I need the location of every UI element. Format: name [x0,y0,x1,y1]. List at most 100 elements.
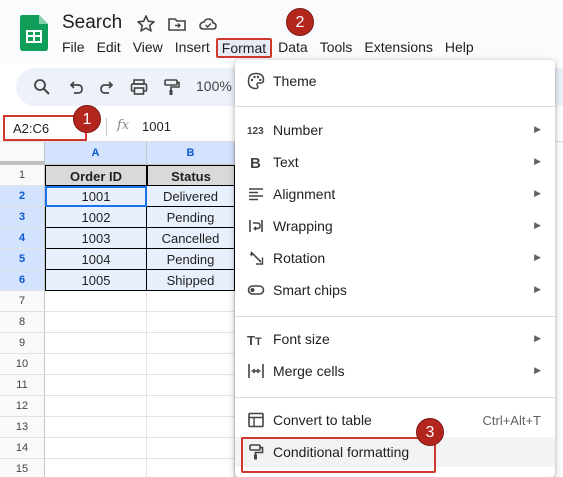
menu-data[interactable]: Data [272,38,314,58]
row-header-2[interactable]: 2 [0,186,45,207]
menu-file[interactable]: File [56,38,91,58]
row-header-10[interactable]: 10 [0,354,45,375]
data-cell[interactable]: 1003 [45,228,147,249]
svg-text:B: B [250,155,261,171]
row-header-6[interactable]: 6 [0,270,45,291]
format-menu-convert-to-table[interactable]: Convert to table Ctrl+Alt+T [235,405,555,435]
menu-extensions[interactable]: Extensions [358,38,438,58]
row-header-1[interactable]: 1 [0,165,45,186]
format-menu-wrapping[interactable]: Wrapping ▶ [235,211,555,241]
empty-cell[interactable] [45,417,147,438]
number-123-icon: 123 [247,126,264,137]
row-header-5[interactable]: 5 [0,249,45,270]
format-menu-text[interactable]: B Text ▶ [235,147,555,177]
empty-cell[interactable] [147,459,235,477]
empty-cell[interactable] [45,375,147,396]
row-header-8[interactable]: 8 [0,312,45,333]
undo-icon[interactable] [66,77,86,97]
menu-edit[interactable]: Edit [91,38,127,58]
menu-tools[interactable]: Tools [314,38,359,58]
menu-insert[interactable]: Insert [169,38,216,58]
row-header-4[interactable]: 4 [0,228,45,249]
rotation-icon [249,251,264,265]
empty-cell[interactable] [147,291,235,312]
format-menu-rotation[interactable]: Rotation ▶ [235,243,555,273]
document-title[interactable]: Search [62,12,122,34]
data-cell[interactable]: Pending [147,249,235,270]
empty-cell[interactable] [147,438,235,459]
print-icon[interactable] [129,77,149,97]
search-icon[interactable] [32,77,52,97]
data-cell[interactable]: 1004 [45,249,147,270]
conditional-formatting-highlight [241,437,436,473]
column-header-a[interactable]: A [45,142,147,165]
submenu-arrow-icon: ▶ [534,124,541,134]
empty-cell[interactable] [45,312,147,333]
cloud-saved-icon[interactable] [198,14,218,34]
align-left-icon [249,188,263,201]
empty-cell[interactable] [45,396,147,417]
empty-cell[interactable] [147,312,235,333]
empty-cell[interactable] [45,333,147,354]
header-cell[interactable]: Status [147,165,235,186]
submenu-arrow-icon: ▶ [534,365,541,375]
menu-format[interactable]: Format [215,38,273,58]
empty-cell[interactable] [147,375,235,396]
menu-divider [235,106,555,107]
format-menu-label: Rotation [273,250,326,266]
empty-cell[interactable] [147,417,235,438]
menu-bar: File Edit View Insert Format Data Tools … [56,38,480,58]
row-header-15[interactable]: 15 [0,459,45,477]
format-menu-label: Smart chips [273,282,347,298]
table-icon [248,412,264,428]
empty-cell[interactable] [147,396,235,417]
step-badge-1: 1 [73,105,101,133]
empty-cell[interactable] [45,459,147,477]
data-cell[interactable]: 1002 [45,207,147,228]
row-header-12[interactable]: 12 [0,396,45,417]
redo-icon[interactable] [97,77,117,97]
step-badge-3: 3 [416,418,444,446]
empty-cell[interactable] [45,291,147,312]
zoom-select[interactable]: 100% [196,78,232,94]
header-cell[interactable]: Order ID [45,165,147,186]
format-menu-alignment[interactable]: Alignment ▶ [235,179,555,209]
format-menu-theme[interactable]: Theme [235,66,555,96]
fx-icon: fx [117,118,130,133]
format-menu-font-size[interactable]: T T Font size ▶ [235,324,555,354]
data-cell[interactable]: Shipped [147,270,235,291]
row-header-7[interactable]: 7 [0,291,45,312]
submenu-arrow-icon: ▶ [534,156,541,166]
empty-cell[interactable] [45,354,147,375]
format-menu-label: Number [273,122,323,138]
data-cell[interactable]: Cancelled [147,228,235,249]
format-menu-number[interactable]: 123 Number ▶ [235,115,555,145]
formula-input[interactable]: 1001 [142,119,171,134]
select-all-corner[interactable] [0,142,45,165]
svg-text:T: T [255,336,262,348]
data-cell[interactable]: 1005 [45,270,147,291]
paint-format-icon[interactable] [161,77,181,97]
data-cell[interactable]: 1001 [45,186,147,207]
row-header-3[interactable]: 3 [0,207,45,228]
sheets-logo-icon[interactable] [20,15,48,51]
menu-view[interactable]: View [127,38,169,58]
row-header-9[interactable]: 9 [0,333,45,354]
row-header-14[interactable]: 14 [0,438,45,459]
menu-help[interactable]: Help [439,38,480,58]
row-header-13[interactable]: 13 [0,417,45,438]
shortcut-label: Ctrl+Alt+T [482,413,541,428]
empty-cell[interactable] [45,438,147,459]
format-menu-merge-cells[interactable]: Merge cells ▶ [235,356,555,386]
submenu-arrow-icon: ▶ [534,284,541,294]
data-cell[interactable]: Pending [147,207,235,228]
row-header-11[interactable]: 11 [0,375,45,396]
data-cell[interactable]: Delivered [147,186,235,207]
format-menu-label: Wrapping [273,218,333,234]
move-folder-icon[interactable] [167,14,187,34]
star-icon[interactable] [136,14,156,34]
empty-cell[interactable] [147,354,235,375]
column-header-b[interactable]: B [147,142,235,165]
format-menu-smart-chips[interactable]: Smart chips ▶ [235,275,555,305]
empty-cell[interactable] [147,333,235,354]
